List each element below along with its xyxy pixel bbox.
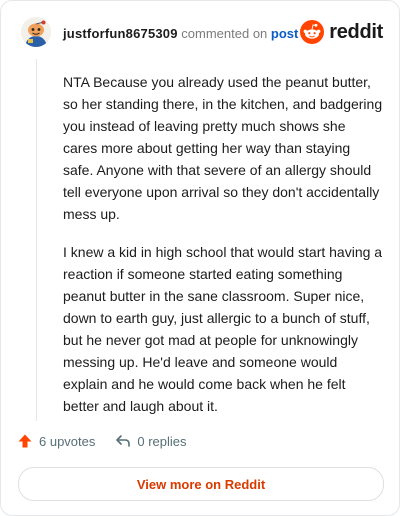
reddit-wordmark: reddit [329,20,383,43]
comment-body: NTA Because you already used the peanut … [63,71,383,433]
upvote-count: 6 upvotes [39,433,96,449]
upvote-arrow-icon [18,434,32,448]
commented-on-text: commented on [181,26,268,41]
comment-actions: 6 upvotes 0 replies [17,433,187,449]
comment-header: justforfun8675309 commented on post redd… [17,15,385,55]
reply-button[interactable]: 0 replies [115,433,187,449]
comment-embed-card: justforfun8675309 commented on post redd… [0,0,400,516]
thread-line [36,59,37,421]
view-more-on-reddit-button[interactable]: View more on Reddit [18,467,384,501]
username-link[interactable]: justforfun8675309 [63,26,178,41]
reply-arrow-icon [116,435,131,447]
comment-byline: justforfun8675309 commented on post [63,26,298,41]
avatar-snoo-icon [21,17,51,47]
comment-paragraph: NTA Because you already used the peanut … [63,74,383,222]
upvote-button[interactable]: 6 upvotes [17,433,95,449]
reply-count: 0 replies [137,433,187,449]
avatar[interactable] [21,17,51,47]
reddit-logo-icon [300,20,325,44]
post-link[interactable]: post [271,26,298,41]
comment-paragraph: I knew a kid in high school that would s… [63,244,383,414]
reddit-brand[interactable]: reddit [300,20,383,44]
